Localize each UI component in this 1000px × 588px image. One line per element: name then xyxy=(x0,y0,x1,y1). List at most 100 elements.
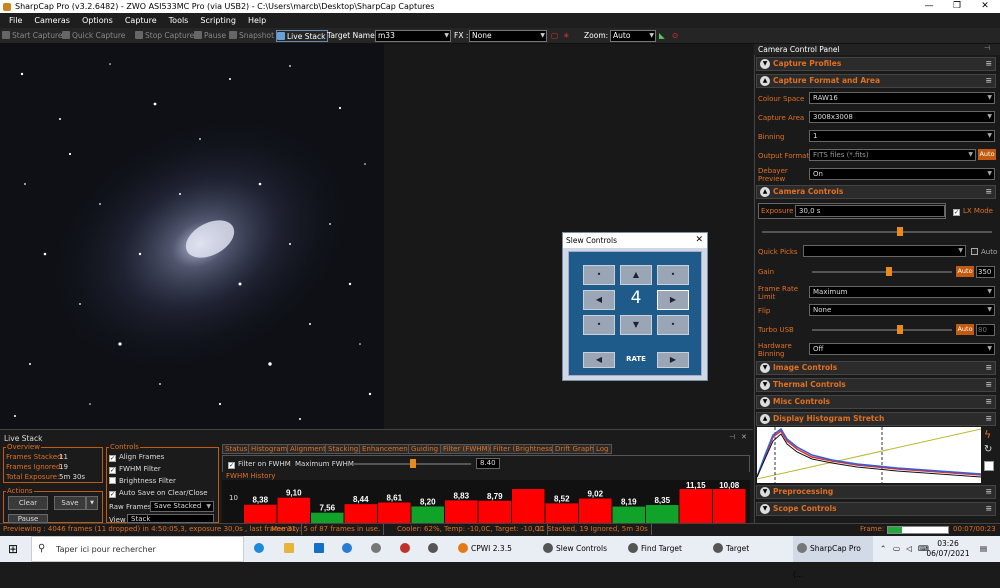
exposure-slider-thumb[interactable] xyxy=(897,227,903,236)
menu-cameras[interactable]: Cameras xyxy=(28,13,76,28)
menu-scripting[interactable]: Scripting xyxy=(194,13,242,28)
edge-icon[interactable] xyxy=(254,536,267,562)
save-button[interactable]: Save xyxy=(54,496,86,510)
tab-enhancement[interactable]: Enhancement xyxy=(359,444,414,454)
menu-icon[interactable]: ≡ xyxy=(985,503,992,515)
hardware-binning-select[interactable]: Off ▼ xyxy=(809,343,995,355)
section-image-controls[interactable]: ▼ Image Controls ≡ xyxy=(756,361,996,375)
slew-north-button[interactable]: ▲ xyxy=(620,265,652,285)
frame-rate-select[interactable]: Maximum ▼ xyxy=(809,286,995,298)
menu-icon[interactable]: ≡ xyxy=(985,75,992,87)
app-tool-icon[interactable] xyxy=(371,536,384,562)
camera-preview-image[interactable] xyxy=(0,44,384,429)
rate-increase-button[interactable]: ▶ xyxy=(657,352,689,368)
tab-stacking[interactable]: Stacking xyxy=(325,444,362,454)
snapshot-button[interactable]: Snapshot xyxy=(229,30,274,42)
exposure-field[interactable]: 30,0 s xyxy=(795,205,945,217)
file-explorer-icon[interactable] xyxy=(284,536,297,562)
tab-drift-graph[interactable]: Drift Graph xyxy=(552,444,597,454)
max-fwhm-value-field[interactable]: 8.40 xyxy=(476,458,500,469)
select-area-icon[interactable]: ▢ xyxy=(551,30,558,42)
lightning-icon[interactable]: ϟ xyxy=(984,428,991,441)
close-button[interactable]: ✕ xyxy=(971,0,999,13)
output-format-auto-button[interactable]: Auto xyxy=(978,149,996,160)
output-format-select[interactable]: FITS files (*.fits) ▼ xyxy=(809,149,976,161)
pin-icon[interactable]: ⊣ xyxy=(729,433,735,441)
gain-auto-button[interactable]: Auto xyxy=(956,266,974,277)
histogram-chart[interactable] xyxy=(756,427,982,483)
gain-slider-thumb[interactable] xyxy=(886,267,892,276)
minimize-button[interactable]: — xyxy=(915,0,943,13)
taskbar-search-box[interactable]: ⚲ Taper ici pour rechercher xyxy=(31,536,244,562)
network-icon[interactable]: ▭ xyxy=(893,536,900,562)
menu-icon[interactable]: ≡ xyxy=(985,379,992,391)
mail-icon[interactable] xyxy=(314,536,327,562)
quick-picks-select[interactable]: ▼ xyxy=(803,245,966,257)
menu-options[interactable]: Options xyxy=(76,13,119,28)
close-icon[interactable]: ✕ xyxy=(695,233,703,248)
section-display-histogram[interactable]: ▲ Display Histogram Stretch ≡ xyxy=(756,412,996,426)
app-red-icon[interactable] xyxy=(400,536,413,562)
slew-southeast-button[interactable]: • xyxy=(657,315,689,335)
menu-tools[interactable]: Tools xyxy=(163,13,195,28)
section-capture-profiles[interactable]: ▼ Capture Profiles ≡ xyxy=(756,57,996,71)
menu-icon[interactable]: ≡ xyxy=(985,486,992,498)
slew-northwest-button[interactable]: • xyxy=(583,265,615,285)
taskbar-slew-controls[interactable]: Slew Controls xyxy=(543,536,607,562)
section-preprocessing[interactable]: ▼ Preprocessing ≡ xyxy=(756,485,996,499)
close-icon[interactable]: ✕ xyxy=(741,433,747,441)
target-name-field[interactable]: m33 ▼ xyxy=(375,30,451,42)
turbo-usb-value-field[interactable]: 80 xyxy=(976,324,995,336)
turbo-usb-slider-thumb[interactable] xyxy=(897,325,904,334)
section-capture-format[interactable]: ▲ Capture Format and Area ≡ xyxy=(756,74,996,88)
taskbar-sharpcap[interactable]: SharpCap Pro (... xyxy=(793,536,873,579)
tab-alignment[interactable]: Alignment xyxy=(287,444,329,454)
windows-start-icon[interactable]: ⊞ xyxy=(8,536,18,562)
taskbar-cpwi[interactable]: CPWI 2.3.5 xyxy=(458,536,512,562)
turbo-usb-slider-track[interactable] xyxy=(812,329,952,331)
debayer-preview-select[interactable]: On ▼ xyxy=(809,168,995,180)
zoom-icon[interactable]: ⊙ xyxy=(672,30,678,42)
max-fwhm-slider-thumb[interactable] xyxy=(409,459,416,468)
section-camera-controls[interactable]: ▲ Camera Controls ≡ xyxy=(756,185,996,199)
live-stack-button[interactable]: Live Stack xyxy=(276,30,329,42)
section-scope-controls[interactable]: ▼ Scope Controls ≡ xyxy=(756,502,996,516)
raw-frames-select[interactable]: Save Stacked ▼ xyxy=(150,501,214,512)
pause-stack-button[interactable]: Pause xyxy=(8,514,48,523)
rate-decrease-button[interactable]: ◀ xyxy=(583,352,615,368)
histogram-icon[interactable]: ◣ xyxy=(659,30,665,42)
start-capture-button[interactable]: Start Capture xyxy=(2,30,63,42)
quick-picks-auto-checkbox[interactable]: Auto xyxy=(971,248,997,256)
notification-icon[interactable]: ▤ xyxy=(980,536,987,562)
slew-east-button[interactable]: ▶ xyxy=(657,290,689,310)
save-dropdown-button[interactable]: ▼ xyxy=(86,496,98,510)
square-icon[interactable] xyxy=(984,461,994,471)
app-star-icon[interactable] xyxy=(428,536,441,562)
lx-mode-checkbox[interactable]: ✓ LX Mode xyxy=(953,207,993,216)
reset-icon[interactable]: ↻ xyxy=(984,444,992,455)
menu-icon[interactable]: ≡ xyxy=(985,396,992,408)
menu-icon[interactable]: ≡ xyxy=(985,58,992,70)
brightness-filter-checkbox[interactable]: Brightness Filter xyxy=(109,477,176,485)
section-misc-controls[interactable]: ▼ Misc Controls ≡ xyxy=(756,395,996,409)
slew-southwest-button[interactable]: • xyxy=(583,315,615,335)
menu-help[interactable]: Help xyxy=(242,13,272,28)
app-c-icon[interactable] xyxy=(342,536,355,562)
taskbar-target[interactable]: Target xyxy=(713,536,749,562)
tray-chevron-up-icon[interactable]: ⌃ xyxy=(880,536,886,562)
menu-icon[interactable]: ≡ xyxy=(985,186,992,198)
tab-filter-brightness[interactable]: Filter (Brightness) xyxy=(490,444,559,454)
quick-capture-button[interactable]: Quick Capture xyxy=(62,30,125,42)
flip-select[interactable]: None ▼ xyxy=(809,304,995,316)
slew-south-button[interactable]: ▼ xyxy=(620,315,652,335)
menu-file[interactable]: File xyxy=(3,13,28,28)
slew-northeast-button[interactable]: • xyxy=(657,265,689,285)
fx-select[interactable]: None ▼ xyxy=(469,30,547,42)
turbo-usb-auto-button[interactable]: Auto xyxy=(956,324,974,335)
tab-histogram[interactable]: Histogram xyxy=(248,444,291,454)
auto-save-checkbox[interactable]: ✓ Auto Save on Clear/Close xyxy=(109,489,208,498)
tab-filter-fwhm[interactable]: Filter (FWHM) xyxy=(440,444,494,454)
menu-icon[interactable]: ≡ xyxy=(985,362,992,374)
tab-guiding[interactable]: Guiding xyxy=(408,444,442,454)
slew-west-button[interactable]: ◀ xyxy=(583,290,615,310)
